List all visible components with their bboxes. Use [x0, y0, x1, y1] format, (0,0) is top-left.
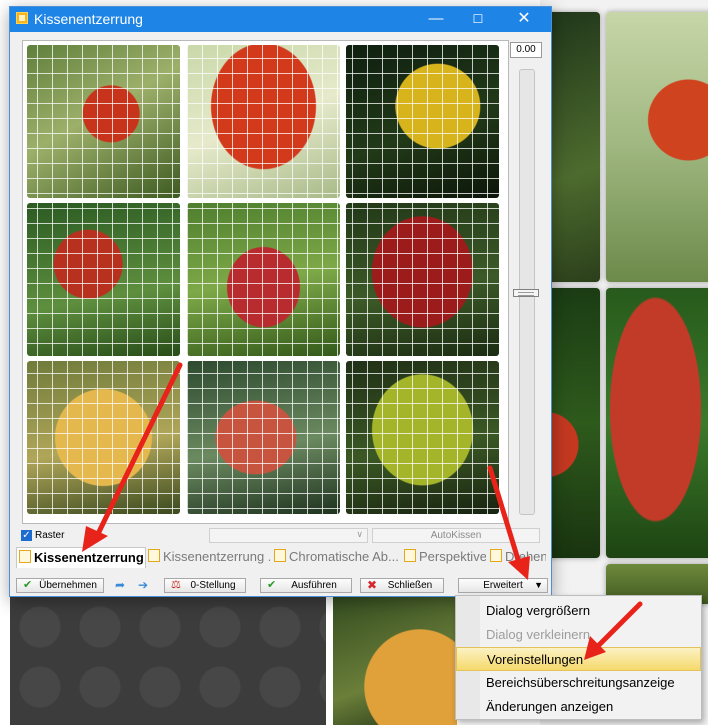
app-icon: [16, 12, 28, 24]
preview-photo-tile: [27, 203, 180, 356]
advanced-dropdown-button[interactable]: Erweitert ▼: [458, 578, 548, 593]
zero-position-button[interactable]: ⚖ 0-Stellung: [164, 578, 246, 593]
tab-chromatische-aberration[interactable]: Chromatische Ab...: [272, 547, 400, 567]
tab-kissenentzerrung[interactable]: Kissenentzerrung: [16, 547, 146, 568]
close-x-icon: ✖: [367, 578, 378, 592]
menu-item-dialog-enlarge[interactable]: Dialog vergrößern: [456, 599, 701, 623]
tab-label: Perspektive: [419, 549, 486, 564]
tab-label: Drehen: [505, 549, 546, 564]
minimize-button[interactable]: —: [415, 7, 457, 32]
tab-icon: [148, 549, 160, 562]
background-photo-tile: [606, 288, 708, 558]
preset-combobox[interactable]: ∨: [209, 528, 368, 543]
preview-photo-tile: [187, 361, 340, 514]
tab-label: Kissenentzerrung: [34, 550, 144, 565]
undo-icon[interactable]: ➦: [115, 578, 125, 592]
advanced-label: Erweitert: [483, 580, 523, 591]
maximize-button[interactable]: ☐: [457, 7, 499, 32]
close-button[interactable]: ✖ Schließen: [360, 578, 444, 593]
menu-item-show-changes[interactable]: Änderungen anzeigen: [456, 695, 701, 719]
redo-icon[interactable]: ➔: [138, 578, 148, 592]
window-title: Kissenentzerrung: [34, 11, 143, 27]
close-window-button[interactable]: ✕: [503, 7, 545, 32]
distortion-slider-thumb[interactable]: [513, 289, 539, 297]
preview-photo-tile: [187, 203, 340, 356]
tab-drehen[interactable]: Drehen: [488, 547, 546, 567]
preview-photo-tile: [346, 203, 499, 356]
preview-photo-tile: [27, 361, 180, 514]
zero-label: 0-Stellung: [190, 580, 236, 591]
kissenentzerrung-dialog: Kissenentzerrung — ☐ ✕ 0.00 ✓ Raster ∨ A…: [9, 6, 552, 597]
raster-label: Raster: [35, 530, 65, 541]
run-label: Ausführen: [291, 580, 337, 591]
run-check-icon: ✔: [267, 579, 277, 591]
autokissen-button[interactable]: AutoKissen: [372, 528, 540, 543]
preview-photo-tile: [346, 361, 499, 514]
raster-checkbox[interactable]: ✓: [21, 530, 32, 541]
image-preview[interactable]: [22, 40, 509, 524]
dropdown-arrow-icon: ▼: [534, 580, 543, 590]
tab-icon: [490, 549, 502, 562]
advanced-menu: Dialog vergrößern Dialog verkleinern Vor…: [455, 595, 702, 720]
tab-perspektive[interactable]: Perspektive: [402, 547, 486, 567]
checkmark-icon: ✔: [23, 579, 33, 591]
reset-icon: ⚖: [171, 579, 181, 591]
apply-label: Übernehmen: [39, 580, 97, 591]
background-photo-tile: [606, 12, 708, 282]
preview-photo-tile: [27, 45, 180, 198]
title-bar[interactable]: Kissenentzerrung — ☐ ✕: [10, 7, 551, 32]
background-photo-leaf: [333, 597, 457, 725]
preview-photo-tile: [346, 45, 499, 198]
run-button[interactable]: ✔ Ausführen: [260, 578, 352, 593]
preview-photo-tile: [187, 45, 340, 198]
background-pattern-area: [10, 597, 326, 725]
tab-icon: [274, 549, 286, 562]
tab-icon: [404, 549, 416, 562]
tab-label: Kissenentzerrung ...: [163, 549, 270, 564]
tab-bar: Kissenentzerrung Kissenentzerrung ... Ch…: [16, 547, 547, 568]
close-label: Schließen: [387, 580, 433, 591]
apply-button[interactable]: ✔ Übernehmen: [16, 578, 104, 593]
tab-icon: [19, 550, 31, 563]
menu-item-range-overflow[interactable]: Bereichsüberschreitungsanzeige: [456, 671, 701, 695]
menu-item-dialog-shrink[interactable]: Dialog verkleinern: [456, 623, 701, 647]
menu-item-presets[interactable]: Voreinstellungen: [456, 647, 701, 671]
slider-value-field[interactable]: 0.00: [510, 42, 542, 58]
tab-label: Chromatische Ab...: [289, 549, 399, 564]
chevron-down-icon: ∨: [356, 529, 363, 539]
tab-kissenentzerrung-2[interactable]: Kissenentzerrung ...: [146, 547, 270, 567]
